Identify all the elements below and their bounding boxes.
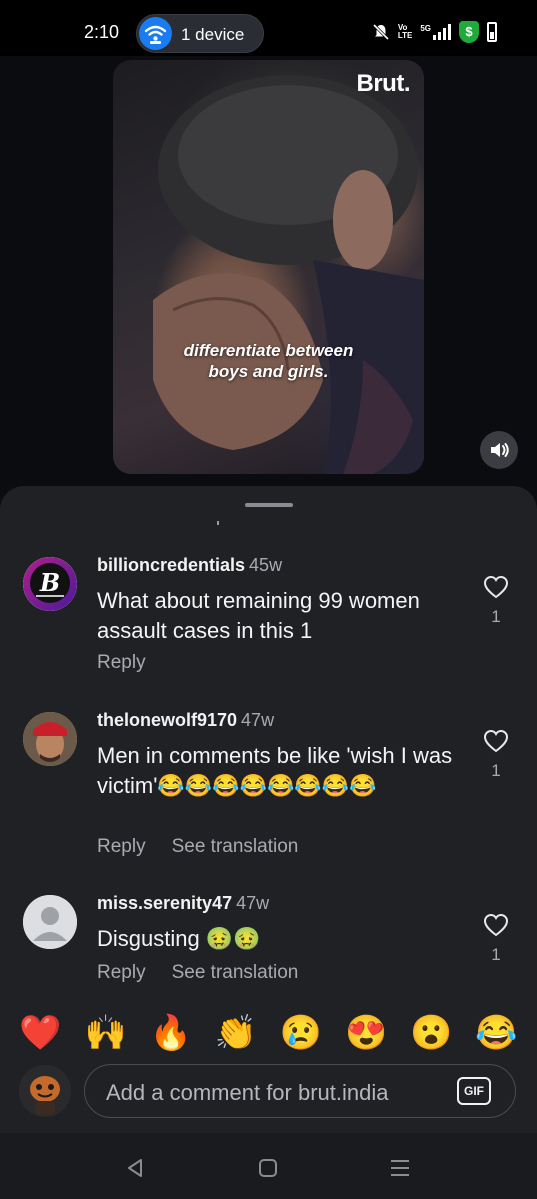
wifi-icon bbox=[139, 17, 172, 50]
security-shield-icon: $ bbox=[459, 21, 479, 43]
like-count: 1 bbox=[491, 761, 501, 780]
reaction-heart-eyes[interactable]: 😍 bbox=[345, 1013, 387, 1053]
avatar[interactable] bbox=[23, 895, 77, 949]
volte-icon: Vo LTE bbox=[397, 23, 413, 40]
comment-age: 47w bbox=[241, 710, 275, 730]
like-control[interactable]: 1 bbox=[482, 575, 510, 627]
see-translation-button[interactable]: See translation bbox=[172, 836, 299, 858]
avatar[interactable] bbox=[23, 712, 77, 766]
like-count: 1 bbox=[491, 945, 501, 964]
comment-actions: Reply See translation bbox=[97, 962, 298, 984]
caption-line-2: boys and girls. bbox=[208, 362, 329, 381]
comment-text: What about remaining 99 women assault ca… bbox=[97, 588, 420, 643]
status-icons: Vo LTE 5G $ bbox=[372, 21, 497, 43]
reel-video[interactable]: Brut. differentiate between boys and gir… bbox=[113, 60, 424, 474]
clock: 2:10 bbox=[84, 22, 120, 42]
brut-logo: Brut. bbox=[356, 70, 411, 97]
reaction-laughing[interactable]: 😂 bbox=[475, 1013, 517, 1053]
billioncredentials-logo: B bbox=[23, 557, 77, 611]
reaction-raising-hands[interactable]: 🙌 bbox=[85, 1013, 127, 1053]
heart-icon[interactable] bbox=[483, 575, 509, 599]
reaction-fire[interactable]: 🔥 bbox=[150, 1013, 192, 1053]
system-nav-bar bbox=[0, 1133, 537, 1199]
comment-header: billioncredentials 45w bbox=[97, 555, 282, 576]
see-translation-button[interactable]: See translation bbox=[172, 962, 299, 984]
device-pill-label: 1 device bbox=[181, 25, 245, 44]
mute-bell-icon bbox=[372, 23, 389, 41]
like-control[interactable]: 1 bbox=[482, 913, 510, 965]
reply-button[interactable]: Reply bbox=[97, 652, 146, 674]
svg-text:B: B bbox=[39, 568, 60, 597]
caption-line-1: differentiate between bbox=[183, 341, 354, 360]
pumpkin-avatar-image bbox=[19, 1065, 71, 1117]
quick-reactions-bar: ❤️ 🙌 🔥 👏 😢 😍 😮 😂 bbox=[0, 1003, 537, 1063]
comment-header: thelonewolf9170 47w bbox=[97, 710, 274, 731]
comment-composer: Add a comment for brut.india GIF bbox=[0, 1063, 537, 1133]
comment-text: Disgusting 🤢🤢 bbox=[97, 926, 261, 951]
connected-devices-pill[interactable]: 1 device bbox=[136, 14, 264, 53]
back-triangle-icon bbox=[128, 1159, 142, 1177]
like-control[interactable]: 1 bbox=[482, 729, 510, 781]
avatar[interactable]: B bbox=[23, 557, 77, 611]
home-button[interactable] bbox=[253, 1153, 283, 1183]
default-user-icon bbox=[23, 895, 77, 949]
reaction-red-heart[interactable]: ❤️ bbox=[19, 1013, 61, 1053]
sheet-drag-handle[interactable] bbox=[245, 503, 293, 507]
comment-input[interactable]: Add a comment for brut.india GIF bbox=[84, 1064, 516, 1118]
back-button[interactable] bbox=[120, 1153, 150, 1183]
comment-header: miss.serenity47 47w bbox=[97, 893, 269, 914]
recents-button[interactable] bbox=[385, 1153, 415, 1183]
heart-icon[interactable] bbox=[483, 913, 509, 937]
comment-text: Men in comments be like 'wish I was vict… bbox=[97, 743, 453, 798]
home-square-icon bbox=[259, 1159, 277, 1177]
reply-button[interactable]: Reply bbox=[97, 962, 146, 984]
comment-username[interactable]: billioncredentials bbox=[97, 555, 245, 575]
comment-input-placeholder: Add a comment for brut.india bbox=[106, 1080, 389, 1105]
reaction-crying[interactable]: 😢 bbox=[280, 1013, 322, 1053]
reaction-surprised[interactable]: 😮 bbox=[410, 1013, 452, 1053]
like-count: 1 bbox=[491, 607, 501, 626]
my-avatar bbox=[19, 1065, 71, 1117]
speaker-icon bbox=[491, 443, 509, 457]
comment-username[interactable]: thelonewolf9170 bbox=[97, 710, 237, 730]
battery-icon bbox=[487, 22, 497, 42]
user-photo bbox=[23, 712, 77, 766]
comment-age: 45w bbox=[249, 555, 283, 575]
gif-button[interactable]: GIF bbox=[457, 1077, 491, 1105]
signal-icon: 5G bbox=[420, 24, 451, 40]
video-scene bbox=[153, 75, 424, 474]
comment-username[interactable]: miss.serenity47 bbox=[97, 893, 232, 913]
comment-actions: Reply bbox=[97, 652, 146, 674]
comment-actions: Reply See translation bbox=[97, 836, 298, 858]
status-bar: 2:10 1 device Vo LTE 5G $ bbox=[0, 0, 537, 56]
sound-toggle-button[interactable] bbox=[480, 431, 518, 469]
video-caption: differentiate between boys and girls. bbox=[113, 340, 424, 382]
heart-icon[interactable] bbox=[483, 729, 509, 753]
reaction-clapping[interactable]: 👏 bbox=[215, 1013, 257, 1053]
comment-age: 47w bbox=[236, 893, 270, 913]
reply-button[interactable]: Reply bbox=[97, 836, 146, 858]
scroll-indicator bbox=[217, 521, 219, 525]
recents-menu-icon bbox=[391, 1160, 409, 1176]
